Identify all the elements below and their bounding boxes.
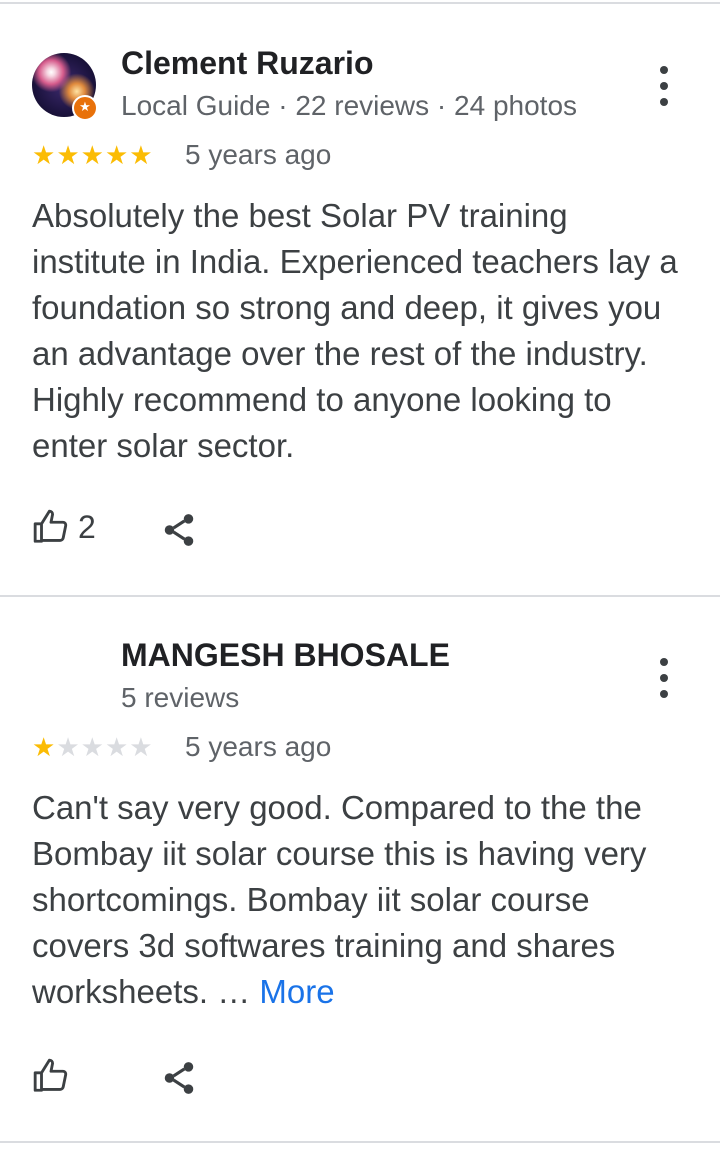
share-icon: [164, 1062, 194, 1094]
star-icon: ★: [56, 733, 80, 763]
like-count: 2: [78, 508, 96, 545]
more-options-button[interactable]: [646, 66, 682, 106]
more-vert-icon-dot: [660, 674, 668, 682]
top-divider: [0, 2, 720, 4]
star-rating: ★ ★ ★ ★ ★: [32, 141, 153, 171]
reviewer-name[interactable]: MANGESH BHOSALE: [121, 637, 450, 674]
review-divider: [0, 595, 720, 597]
star-icon: ★: [80, 733, 104, 763]
review-text: Can't say very good. Compared to the the…: [32, 785, 682, 1015]
thumbs-up-icon: [33, 1058, 68, 1092]
review-time: 5 years ago: [185, 731, 332, 762]
reviewer-meta: Local Guide · 22 reviews · 24 photos: [121, 90, 578, 121]
review-card: MANGESH BHOSALE 5 reviews ★ ★ ★ ★ ★ 5 years …: [0, 637, 720, 1140]
more-vert-icon-dot: [660, 690, 668, 698]
reviewer-name[interactable]: Clement Ruzario: [121, 45, 373, 82]
share-icon: [164, 514, 194, 546]
more-vert-icon: [660, 66, 668, 74]
reviewer-meta: 5 reviews: [121, 682, 240, 713]
like-button[interactable]: [32, 1057, 78, 1095]
more-link[interactable]: More: [259, 973, 334, 1010]
review-text-content: Can't say very good. Compared to the the…: [32, 789, 647, 1010]
share-button[interactable]: [160, 511, 198, 549]
like-button[interactable]: 2: [32, 508, 96, 546]
thumbs-up-icon: [33, 509, 68, 543]
more-vert-icon-dot: [660, 98, 668, 106]
star-icon: ★: [32, 733, 56, 763]
more-options-button[interactable]: [646, 658, 682, 698]
star-icon: ★: [129, 733, 153, 763]
local-guide-star-icon: ★: [72, 95, 98, 121]
more-vert-icon-dot: [660, 82, 668, 90]
more-vert-icon: [660, 658, 668, 666]
star-icon: ★: [104, 733, 129, 763]
star-icon: ★: [56, 141, 80, 171]
bottom-divider: [0, 1141, 720, 1143]
review-card: ★ Clement Ruzario Local Guide · 22 revie…: [0, 45, 720, 593]
star-icon: ★: [32, 141, 56, 171]
star-icon: ★: [129, 141, 153, 171]
review-time: 5 years ago: [185, 139, 332, 170]
star-icon: ★: [104, 141, 129, 171]
share-button[interactable]: [160, 1059, 198, 1097]
star-icon: ★: [80, 141, 104, 171]
star-rating: ★ ★ ★ ★ ★: [32, 733, 153, 763]
review-text: Absolutely the best Solar PV training in…: [32, 197, 678, 464]
